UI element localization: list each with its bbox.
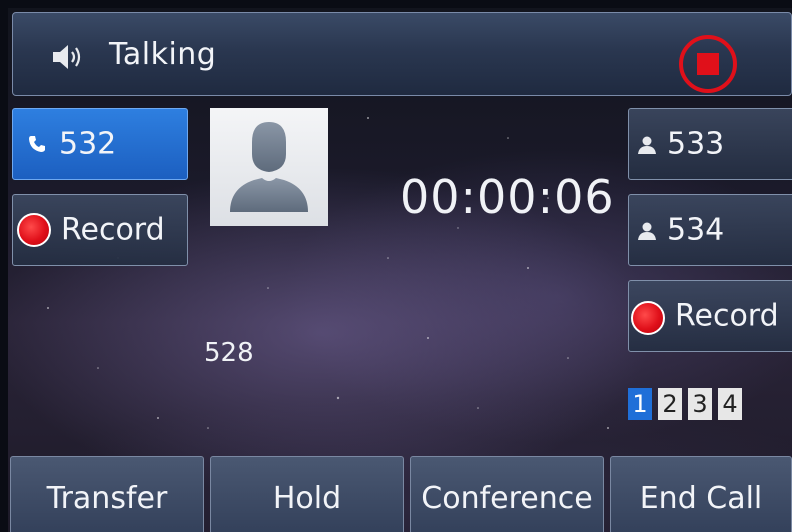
hold-button[interactable]: Hold — [210, 456, 404, 532]
record-button-left[interactable]: Record — [12, 194, 188, 266]
remote-party-number: 528 — [204, 338, 254, 368]
line-key-label: 534 — [667, 212, 725, 248]
phone-handset-icon — [29, 136, 45, 152]
page-2[interactable]: 2 — [658, 388, 682, 420]
contact-avatar-icon — [210, 108, 328, 226]
contact-icon — [638, 136, 656, 154]
record-dot-icon — [17, 213, 51, 247]
call-duration: 00:00:06 — [400, 170, 615, 224]
conference-label: Conference — [421, 481, 593, 516]
conference-button[interactable]: Conference — [410, 456, 604, 532]
transfer-button[interactable]: Transfer — [10, 456, 204, 532]
speaker-icon — [53, 45, 81, 69]
line-key-533[interactable]: 533 — [628, 108, 792, 180]
record-dot-icon — [631, 301, 665, 335]
page-1[interactable]: 1 — [628, 388, 652, 420]
record-label: Record — [61, 212, 165, 248]
end-call-label: End Call — [639, 481, 763, 516]
line-key-532[interactable]: 532 — [12, 108, 188, 180]
line-key-label: 533 — [667, 126, 725, 162]
call-status-title: Talking — [109, 37, 217, 72]
phone-screen: Talking 532 Record 00:00:06 528 533 534 … — [8, 8, 792, 532]
page-4[interactable]: 4 — [718, 388, 742, 420]
line-key-534[interactable]: 534 — [628, 194, 792, 266]
stop-record-icon — [697, 53, 719, 75]
record-button-right[interactable]: Record — [628, 280, 792, 352]
line-key-label: 532 — [59, 126, 117, 162]
status-bar: Talking — [12, 12, 792, 96]
end-call-button[interactable]: End Call — [610, 456, 792, 532]
transfer-label: Transfer — [46, 481, 168, 516]
contact-icon — [638, 222, 656, 240]
record-label: Record — [675, 298, 779, 334]
stop-record-button[interactable] — [679, 35, 737, 93]
page-3[interactable]: 3 — [688, 388, 712, 420]
hold-label: Hold — [272, 481, 342, 516]
